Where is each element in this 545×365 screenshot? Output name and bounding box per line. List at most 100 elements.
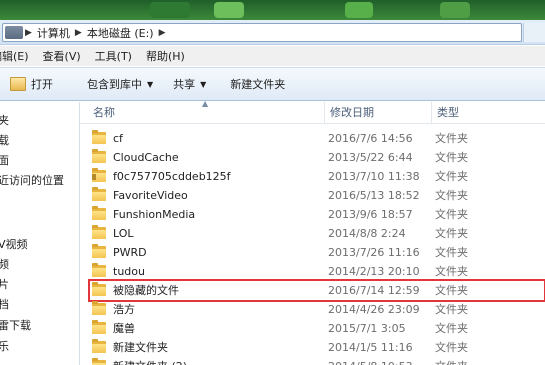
- nav-item-music[interactable]: 乐: [0, 338, 9, 354]
- file-name: PWRD: [113, 246, 147, 259]
- file-date: 2016/7/14 12:59: [328, 284, 420, 297]
- file-type: 文件夹: [435, 246, 468, 259]
- folder-icon: [92, 225, 106, 239]
- dropdown-arrow-icon: ▼: [147, 79, 154, 89]
- nav-item-xunlei[interactable]: 雷下载: [0, 317, 31, 333]
- desktop-strip: [0, 0, 545, 20]
- nav-item-pptv[interactable]: V视频: [0, 236, 28, 252]
- chevron-right-icon[interactable]: ▶: [157, 28, 168, 38]
- navigation-pane: 夹 载 面 近访问的位置 V视频 频 片 档 雷下载 乐: [0, 102, 80, 365]
- file-name: 魔兽: [113, 322, 135, 335]
- file-type: 文件夹: [435, 151, 468, 164]
- file-date: 2014/1/5 11:16: [328, 341, 413, 354]
- share-label: 共享: [173, 78, 196, 91]
- open-button[interactable]: 打开: [0, 73, 63, 95]
- file-type: 文件夹: [435, 170, 468, 183]
- file-row[interactable]: FunshionMedia 2013/9/6 18:57 文件夹: [90, 205, 543, 224]
- breadcrumb-drive-e[interactable]: 本地磁盘 (E:): [84, 24, 157, 41]
- file-row[interactable]: 新建文件夹 2014/1/5 11:16 文件夹: [90, 338, 543, 357]
- file-name: FavoriteVideo: [113, 189, 188, 202]
- file-name: 新建文件夹 (2): [113, 357, 187, 365]
- folder-icon: [92, 339, 106, 353]
- file-name: CloudCache: [113, 151, 179, 164]
- file-name: LOL: [113, 227, 134, 240]
- folder-icon: [92, 187, 106, 201]
- file-row[interactable]: PWRD 2013/7/26 11:16 文件夹: [90, 243, 543, 262]
- breadcrumb-computer[interactable]: 计算机: [34, 24, 73, 41]
- file-date: 2014/5/8 10:53: [328, 357, 413, 365]
- column-header: ▲ 名称 修改日期 类型: [80, 99, 545, 124]
- include-library-label: 包含到库中: [87, 78, 142, 91]
- nav-item-video[interactable]: 频: [0, 256, 9, 272]
- column-date[interactable]: 修改日期: [325, 102, 432, 124]
- file-type: 文件夹: [435, 284, 468, 297]
- folder-icon: [92, 244, 106, 258]
- file-date: 2014/4/26 23:09: [328, 303, 420, 316]
- file-date: 2015/7/1 3:05: [328, 322, 406, 335]
- folder-icon: [92, 320, 106, 334]
- menu-tools[interactable]: 工具(T): [88, 48, 139, 64]
- file-date: 2013/5/22 6:44: [328, 151, 413, 164]
- nav-item-pictures[interactable]: 片: [0, 276, 9, 292]
- file-date: 2013/7/10 11:38: [328, 170, 420, 183]
- file-type: 文件夹: [435, 341, 468, 354]
- file-date: 2013/9/6 18:57: [328, 208, 413, 221]
- menu-edit[interactable]: 编辑(E): [0, 48, 36, 64]
- file-row[interactable]: tudou 2014/2/13 20:10 文件夹: [90, 262, 543, 281]
- file-type: 文件夹: [435, 357, 468, 365]
- folder-icon: [92, 358, 106, 365]
- nav-item-documents[interactable]: 档: [0, 296, 9, 312]
- file-list: cf 2016/7/6 14:56 文件夹 CloudCache 2013/5/…: [80, 124, 545, 365]
- column-type[interactable]: 类型: [432, 102, 545, 124]
- include-library-button[interactable]: 包含到库中 ▼: [77, 73, 163, 95]
- file-date: 2013/7/26 11:16: [328, 246, 420, 259]
- column-type-label: 类型: [437, 106, 459, 119]
- file-row-highlighted[interactable]: 被隐藏的文件 2016/7/14 12:59 文件夹: [88, 279, 545, 302]
- menu-view[interactable]: 查看(V): [36, 48, 88, 64]
- menu-bar: 编辑(E) 查看(V) 工具(T) 帮助(H): [0, 46, 545, 66]
- file-name: f0c757705cddeb125f: [113, 170, 231, 183]
- file-row[interactable]: FavoriteVideo 2016/5/13 18:52 文件夹: [90, 186, 543, 205]
- file-date: 2016/5/13 18:52: [328, 189, 420, 202]
- refresh-button[interactable]: [523, 23, 545, 42]
- file-type: 文件夹: [435, 227, 468, 240]
- file-row[interactable]: 新建文件夹 (2) 2014/5/8 10:53 文件夹: [90, 357, 543, 365]
- menu-help[interactable]: 帮助(H): [139, 48, 192, 64]
- file-name: tudou: [113, 265, 145, 278]
- chevron-right-icon[interactable]: ▶: [23, 28, 34, 38]
- command-bar: 打开 包含到库中 ▼ 共享 ▼ 新建文件夹: [0, 67, 545, 101]
- nav-item-desktop[interactable]: 面: [0, 152, 9, 168]
- nav-item-downloads[interactable]: 载: [0, 132, 9, 148]
- new-folder-button[interactable]: 新建文件夹: [220, 73, 295, 95]
- chevron-right-icon[interactable]: ▶: [73, 28, 84, 38]
- file-name: 浩方: [113, 303, 135, 316]
- file-date: 2014/8/8 2:24: [328, 227, 406, 240]
- nav-item-recent-places[interactable]: 近访问的位置: [0, 172, 64, 188]
- folder-icon: [92, 206, 106, 220]
- file-type: 文件夹: [435, 303, 468, 316]
- folder-icon: [92, 301, 106, 315]
- file-type: 文件夹: [435, 189, 468, 202]
- open-label: 打开: [31, 78, 53, 91]
- computer-icon: [5, 26, 23, 39]
- file-row[interactable]: 浩方 2014/4/26 23:09 文件夹: [90, 300, 543, 319]
- file-row[interactable]: f0c757705cddeb125f 2013/7/10 11:38 文件夹: [90, 167, 543, 186]
- file-row[interactable]: cf 2016/7/6 14:56 文件夹: [90, 129, 543, 148]
- file-row[interactable]: 魔兽 2015/7/1 3:05 文件夹: [90, 319, 543, 338]
- column-name[interactable]: 名称: [88, 102, 325, 124]
- dropdown-arrow-icon: ▼: [200, 79, 207, 89]
- address-box[interactable]: ▶ 计算机 ▶ 本地磁盘 (E:) ▶: [2, 23, 522, 42]
- file-row[interactable]: LOL 2014/8/8 2:24 文件夹: [90, 224, 543, 243]
- address-bar: ▶ 计算机 ▶ 本地磁盘 (E:) ▶: [0, 20, 545, 45]
- column-date-label: 修改日期: [330, 106, 374, 119]
- open-icon: [10, 77, 26, 91]
- file-name: cf: [113, 132, 123, 145]
- file-row[interactable]: CloudCache 2013/5/22 6:44 文件夹: [90, 148, 543, 167]
- folder-icon: [92, 130, 106, 144]
- share-button[interactable]: 共享 ▼: [163, 73, 216, 95]
- file-date: 2014/2/13 20:10: [328, 265, 420, 278]
- file-name: 新建文件夹: [113, 341, 168, 354]
- file-name: 被隐藏的文件: [113, 284, 179, 297]
- folder-icon: [92, 263, 106, 277]
- nav-item-favorites[interactable]: 夹: [0, 112, 9, 128]
